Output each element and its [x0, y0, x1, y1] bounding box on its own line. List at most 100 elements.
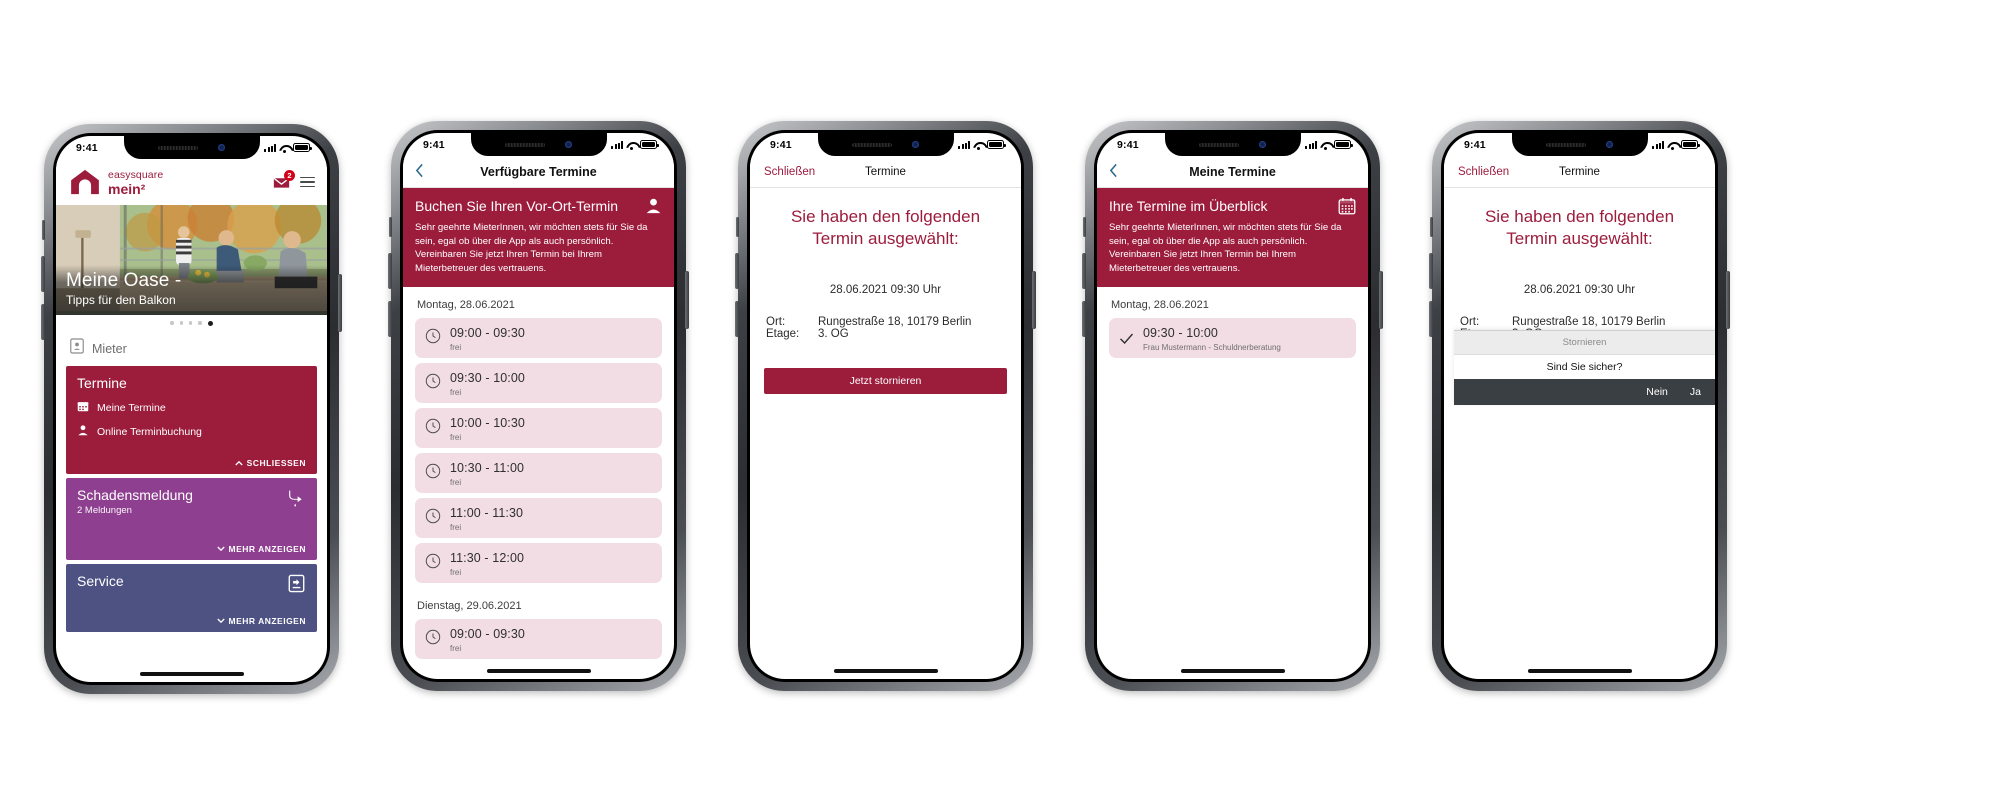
- slot-item[interactable]: 11:30 - 12:00 frei: [415, 543, 662, 584]
- close-button[interactable]: Schließen: [764, 166, 815, 178]
- banner-booking: Buchen Sie Ihren Vor-Ort-Termin Sehr gee…: [403, 188, 674, 288]
- silent-switch[interactable]: [389, 217, 392, 237]
- card-title: Service: [77, 573, 124, 589]
- card-service[interactable]: Service MEHR ANZEIGEN: [66, 564, 317, 632]
- hero-subtitle: Tipps für den Balkon: [66, 293, 176, 307]
- volume-down-button[interactable]: [735, 301, 739, 337]
- card-schadensmeldung[interactable]: Schadensmeldung 2 Meldungen MEHR ANZEIGE…: [66, 478, 317, 560]
- notifications-button[interactable]: 2: [273, 169, 295, 191]
- status-time: 9:41: [1464, 138, 1486, 151]
- brand-lockup: easysquare mein²: [108, 166, 163, 198]
- slot-time: 10:00 - 10:30: [450, 416, 525, 431]
- hero-title: Meine Oase -: [66, 270, 182, 292]
- banner-title: Ihre Termine im Überblick: [1109, 198, 1268, 214]
- volume-up-button[interactable]: [1082, 253, 1086, 289]
- status-indicators: [264, 143, 312, 153]
- status-time: 9:41: [423, 138, 445, 151]
- clock-icon: [425, 373, 441, 394]
- card-item-meine-termine[interactable]: Meine Termine: [77, 400, 306, 415]
- card-collapse-action[interactable]: SCHLIESSEN: [235, 458, 306, 468]
- back-button[interactable]: [1109, 163, 1118, 180]
- silent-switch[interactable]: [42, 220, 45, 240]
- person-icon: [645, 197, 662, 219]
- slot-item[interactable]: 10:00 - 10:30 frei: [415, 408, 662, 449]
- volume-up-button[interactable]: [388, 253, 392, 289]
- navbar: Meine Termine: [1097, 156, 1368, 188]
- card-item-online-terminbuchung[interactable]: Online Terminbuchung: [77, 424, 306, 439]
- screen-home: 9:41 easysquare mein² 2 Meine Oase - Tip…: [56, 136, 327, 682]
- home-indicator[interactable]: [1180, 669, 1285, 673]
- card-footer-label: MEHR ANZEIGEN: [228, 544, 306, 554]
- carousel-dot[interactable]: [170, 321, 174, 325]
- carousel-dot[interactable]: [179, 321, 183, 325]
- section-label: Mieter: [92, 341, 127, 356]
- dialog-button-ja[interactable]: Ja: [1690, 386, 1701, 398]
- home-indicator[interactable]: [1527, 669, 1632, 673]
- slot-item[interactable]: 09:30 - 10:00 frei: [415, 363, 662, 404]
- phone-verfuegbare-termine: 9:41 Verfügbare Termine Buchen Sie Ihren…: [388, 121, 689, 691]
- easysquare-house-logo-icon: [70, 169, 100, 195]
- silent-switch[interactable]: [736, 217, 739, 237]
- power-button[interactable]: [338, 274, 342, 332]
- chevron-down-icon: [216, 616, 225, 626]
- power-button[interactable]: [685, 271, 689, 329]
- status-time: 9:41: [76, 141, 98, 154]
- card-item-label: Online Terminbuchung: [97, 425, 202, 438]
- slot-status: frei: [450, 568, 462, 578]
- slot-item[interactable]: 11:00 - 11:30 frei: [415, 498, 662, 539]
- notch: [1164, 133, 1301, 156]
- power-button[interactable]: [1379, 271, 1383, 329]
- calendar-icon: [1338, 197, 1356, 220]
- home-indicator[interactable]: [139, 672, 244, 676]
- carousel-dots[interactable]: [56, 315, 327, 331]
- front-camera-icon: [1259, 141, 1266, 148]
- banner-title: Buchen Sie Ihren Vor-Ort-Termin: [415, 198, 619, 214]
- back-button[interactable]: [415, 163, 424, 180]
- hero-carousel[interactable]: Meine Oase - Tipps für den Balkon: [56, 205, 327, 315]
- notification-badge: 2: [284, 169, 295, 181]
- screenshot-canvas: 9:41 easysquare mein² 2 Meine Oase - Tip…: [0, 0, 2000, 812]
- dialog-button-nein[interactable]: Nein: [1646, 386, 1668, 398]
- cellular-signal-icon: [1652, 140, 1664, 149]
- slot-status: frei: [450, 644, 462, 654]
- carousel-dot-active[interactable]: [207, 320, 213, 326]
- volume-up-button[interactable]: [1429, 253, 1433, 289]
- alert-overlay: Stornieren Sind Sie sicher? Nein Ja: [1444, 133, 1715, 679]
- volume-up-button[interactable]: [41, 256, 45, 292]
- power-button[interactable]: [1032, 271, 1036, 329]
- slot-item[interactable]: 10:30 - 11:00 frei: [415, 453, 662, 494]
- volume-down-button[interactable]: [41, 304, 45, 340]
- slot-item[interactable]: 09:00 - 09:30 frei: [415, 619, 662, 660]
- slot-item-booked[interactable]: 09:30 - 10:00 Frau Mustermann - Schuldne…: [1109, 318, 1356, 359]
- volume-up-button[interactable]: [735, 253, 739, 289]
- card-expand-action[interactable]: MEHR ANZEIGEN: [216, 616, 307, 626]
- slot-time: 09:00 - 09:30: [450, 627, 525, 642]
- home-indicator[interactable]: [486, 669, 591, 673]
- volume-down-button[interactable]: [1429, 301, 1433, 337]
- menu-button[interactable]: [300, 176, 315, 188]
- card-termine[interactable]: Termine Meine Termine Online Terminbuchu…: [66, 366, 317, 474]
- chevron-left-icon: [415, 163, 423, 177]
- page-title: Sie haben den folgenden Termin ausgewähl…: [790, 207, 981, 249]
- tenant-card-icon: [70, 338, 84, 359]
- slot-item[interactable]: 09:00 - 09:30 frei: [415, 318, 662, 359]
- front-camera-icon: [912, 141, 919, 148]
- speaker-grill-icon: [505, 142, 545, 147]
- notch: [817, 133, 954, 156]
- navbar: Schließen Termine: [750, 156, 1021, 188]
- carousel-dot[interactable]: [189, 321, 193, 325]
- silent-switch[interactable]: [1083, 217, 1086, 237]
- faucet-icon: [287, 488, 305, 513]
- home-indicator[interactable]: [833, 669, 938, 673]
- volume-down-button[interactable]: [388, 301, 392, 337]
- carousel-dot[interactable]: [198, 321, 202, 325]
- silent-switch[interactable]: [1430, 217, 1433, 237]
- cancel-appointment-button[interactable]: Jetzt stornieren: [764, 368, 1007, 395]
- power-button[interactable]: [1726, 271, 1730, 329]
- card-expand-action[interactable]: MEHR ANZEIGEN: [216, 544, 307, 554]
- slot-time: 11:00 - 11:30: [450, 506, 524, 521]
- navbar-title: Meine Termine: [1189, 164, 1276, 179]
- volume-down-button[interactable]: [1082, 301, 1086, 337]
- app-header: easysquare mein² 2: [56, 159, 327, 205]
- detail-row-ort: Ort: Rungestraße 18, 10179 Berlin: [750, 316, 1021, 328]
